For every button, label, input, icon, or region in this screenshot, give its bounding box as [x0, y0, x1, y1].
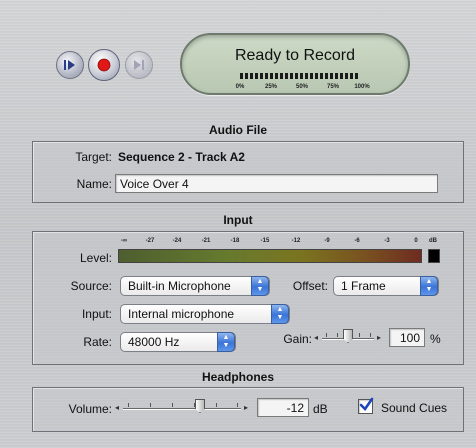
- level-scale-label: -12: [291, 238, 301, 244]
- play-in-icon: [64, 60, 75, 70]
- progress-scale: 0% 25% 50% 75% 100%: [234, 84, 370, 92]
- sound-cues-checkbox[interactable]: [358, 397, 374, 414]
- level-scale-label: -27: [145, 238, 155, 244]
- progress-scale-label: 0%: [235, 84, 245, 90]
- volume-field[interactable]: -12: [257, 398, 309, 417]
- popup-arrows-icon: ▲ ▼: [251, 276, 269, 296]
- rate-label: Rate:: [83, 335, 112, 349]
- name-field[interactable]: Voice Over 4: [115, 174, 438, 193]
- volume-increase-icon[interactable]: ▸: [244, 403, 248, 412]
- progress-scale-label: 100%: [354, 84, 370, 90]
- rate-value: 48000 Hz: [128, 335, 180, 349]
- target-label: Target:: [75, 150, 112, 164]
- level-scale-label: -9: [324, 238, 330, 244]
- volume-decrease-icon[interactable]: ◂: [115, 403, 119, 412]
- level-label: Level:: [79, 251, 112, 265]
- checkmark-icon: [359, 397, 374, 412]
- input-label: Input:: [81, 307, 112, 321]
- headphones-heading: Headphones: [201, 370, 274, 384]
- record-icon: [97, 58, 111, 72]
- progress-scale-label: 50%: [295, 84, 309, 90]
- volume-slider-track[interactable]: [123, 408, 241, 410]
- level-scale-label: 0: [414, 238, 418, 244]
- input-popup[interactable]: Internal microphone ▲ ▼: [120, 304, 290, 324]
- gain-label: Gain:: [283, 332, 312, 346]
- level-scale-unit: dB: [429, 238, 437, 244]
- play-in-to-out-button[interactable]: [56, 51, 84, 79]
- rate-popup[interactable]: 48000 Hz ▲ ▼: [120, 332, 236, 352]
- level-scale-label: -18: [230, 238, 240, 244]
- input-value: Internal microphone: [128, 307, 235, 321]
- play-out-button[interactable]: [125, 51, 153, 79]
- offset-value: 1 Frame: [341, 279, 386, 293]
- offset-label: Offset:: [292, 279, 328, 293]
- level-scale-label: -∞: [120, 238, 128, 244]
- audio-file-heading: Audio File: [209, 123, 267, 137]
- status-message: Ready to Record: [234, 47, 356, 64]
- level-scale-label: -15: [260, 238, 270, 244]
- gain-increase-icon[interactable]: ▸: [377, 333, 381, 342]
- offset-popup[interactable]: 1 Frame ▲ ▼: [333, 276, 439, 296]
- gain-decrease-icon[interactable]: ◂: [314, 333, 318, 342]
- level-scale-label: -21: [201, 238, 211, 244]
- play-out-icon: [134, 60, 144, 70]
- input-heading: Input: [223, 213, 253, 227]
- volume-unit: dB: [313, 402, 328, 416]
- popup-arrows-icon: ▲ ▼: [271, 304, 289, 324]
- volume-label: Volume:: [68, 402, 112, 416]
- record-button[interactable]: [88, 49, 120, 81]
- sound-cues-label[interactable]: Sound Cues: [381, 401, 447, 415]
- progress-meter: [240, 73, 358, 81]
- name-label: Name:: [76, 177, 112, 191]
- level-scale-label: -6: [354, 238, 360, 244]
- source-label: Source:: [70, 279, 112, 293]
- clip-indicator: [428, 249, 440, 263]
- gain-unit: %: [430, 332, 441, 346]
- popup-arrows-icon: ▲ ▼: [217, 332, 235, 352]
- target-value: Sequence 2 - Track A2: [118, 150, 245, 164]
- progress-scale-label: 75%: [326, 84, 340, 90]
- gain-field[interactable]: 100: [389, 328, 425, 347]
- progress-scale-label: 25%: [264, 84, 278, 90]
- status-display: Ready to Record 0% 25% 50% 75% 100%: [180, 33, 410, 95]
- source-popup[interactable]: Built-in Microphone ▲ ▼: [120, 276, 270, 296]
- popup-arrows-icon: ▲ ▼: [420, 276, 438, 296]
- source-value: Built-in Microphone: [128, 279, 231, 293]
- level-meter: [118, 249, 422, 263]
- level-scale-label: -24: [172, 238, 182, 244]
- level-scale-label: -3: [384, 238, 390, 244]
